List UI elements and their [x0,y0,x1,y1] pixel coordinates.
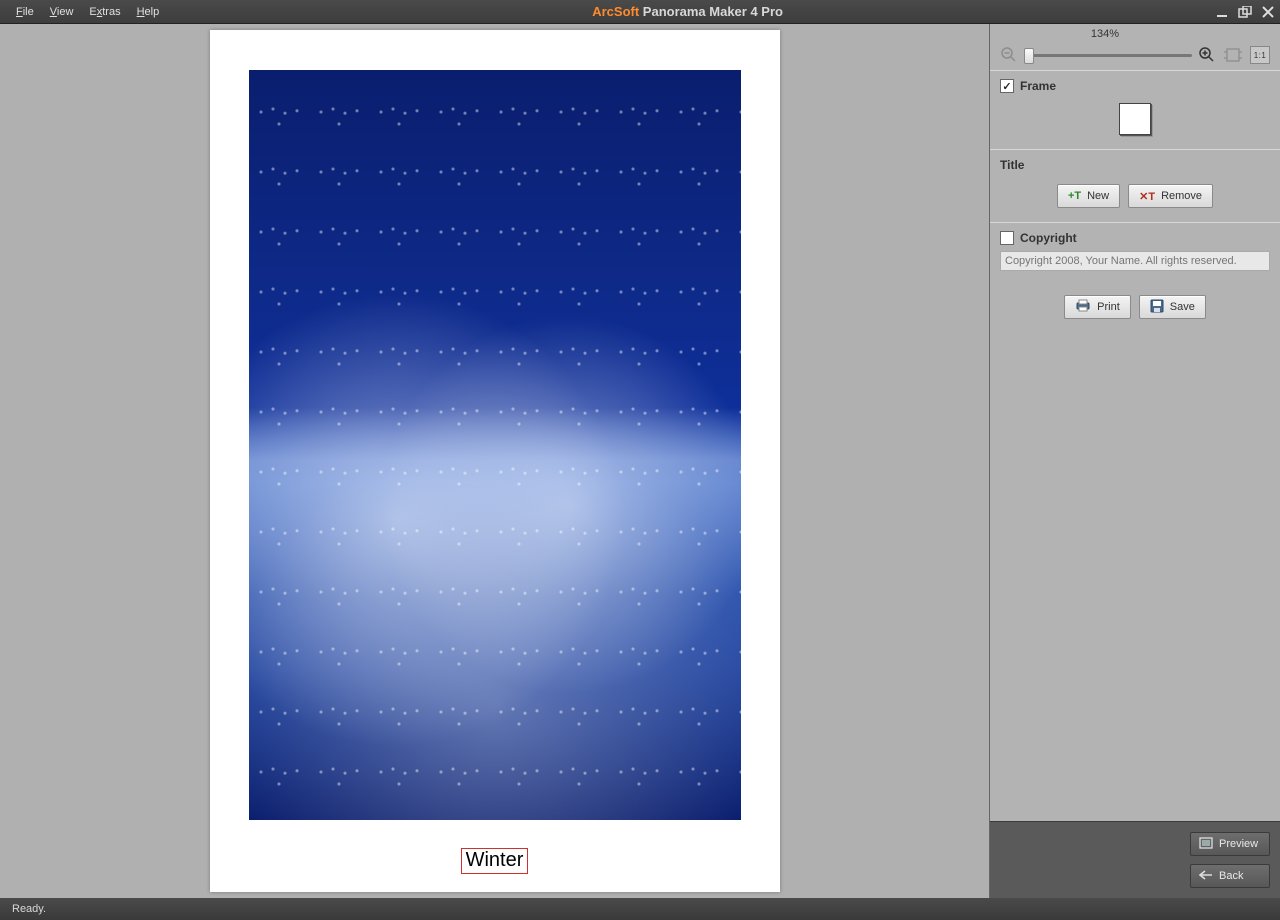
copyright-label: Copyright [1020,231,1077,245]
zoom-out-icon[interactable] [1000,46,1018,64]
title-text-box[interactable]: Winter [461,848,529,874]
preview-icon [1199,837,1213,852]
frame-checkbox[interactable]: ✓ [1000,79,1014,93]
back-button[interactable]: Back [1190,864,1270,888]
menu-help[interactable]: Help [137,6,160,18]
window-title: ArcSoft Panorama Maker 4 Pro [159,4,1216,19]
status-text: Ready. [12,903,46,915]
save-icon [1150,299,1164,316]
zoom-in-icon[interactable] [1198,46,1216,64]
close-button[interactable] [1262,6,1274,18]
menu-extras[interactable]: Extras [89,6,120,18]
minimize-button[interactable] [1216,6,1228,18]
plus-t-icon: +T [1068,190,1081,202]
title-section: Title +T New ✕T Remove [990,149,1280,222]
title-section-label: Title [1000,158,1270,172]
side-panel: 134% 1:1 ✓ F [990,24,1280,898]
canvas-area: Winter [0,24,990,898]
preview-button[interactable]: Preview [1190,832,1270,856]
title-text: Winter [466,849,524,871]
print-button[interactable]: Print [1064,295,1131,319]
frame-section: ✓ Frame [990,70,1280,149]
frame-style-swatch[interactable] [1119,103,1151,135]
zoom-slider-thumb[interactable] [1024,48,1034,64]
copyright-section: Copyright Print Save [990,222,1280,333]
maximize-button[interactable] [1238,6,1252,18]
page-frame: Winter [210,30,780,892]
title-remove-button[interactable]: ✕T Remove [1128,184,1213,208]
side-bottom-nav: Preview Back [990,821,1280,898]
zoom-controls: 134% 1:1 [990,24,1280,70]
brand-label: ArcSoft [592,4,639,19]
title-new-button[interactable]: +T New [1057,184,1120,208]
frame-label: Frame [1020,79,1056,93]
back-label: Back [1219,870,1243,882]
titlebar: File View Extras Help ArcSoft Panorama M… [0,0,1280,24]
zoom-percent-label: 134% [990,28,1220,40]
zoom-slider[interactable] [1024,48,1192,62]
back-arrow-icon [1199,870,1213,883]
work-area: Winter 134% 1:1 [0,24,1280,898]
print-label: Print [1097,301,1120,313]
copyright-input[interactable] [1000,251,1270,271]
status-bar: Ready. [0,898,1280,920]
menu-bar: File View Extras Help [6,6,159,18]
fit-screen-icon[interactable] [1222,46,1244,64]
window-controls [1216,6,1274,18]
panorama-image[interactable] [249,70,741,820]
save-button[interactable]: Save [1139,295,1206,319]
app-title-rest: Panorama Maker 4 Pro [639,4,783,19]
print-icon [1075,299,1091,315]
menu-file[interactable]: File [16,6,34,18]
menu-view[interactable]: View [50,6,74,18]
actual-size-button[interactable]: 1:1 [1250,46,1270,64]
preview-label: Preview [1219,838,1258,850]
copyright-checkbox[interactable] [1000,231,1014,245]
save-label: Save [1170,301,1195,313]
title-remove-label: Remove [1161,190,1202,202]
x-t-icon: ✕T [1139,190,1155,203]
title-new-label: New [1087,190,1109,202]
